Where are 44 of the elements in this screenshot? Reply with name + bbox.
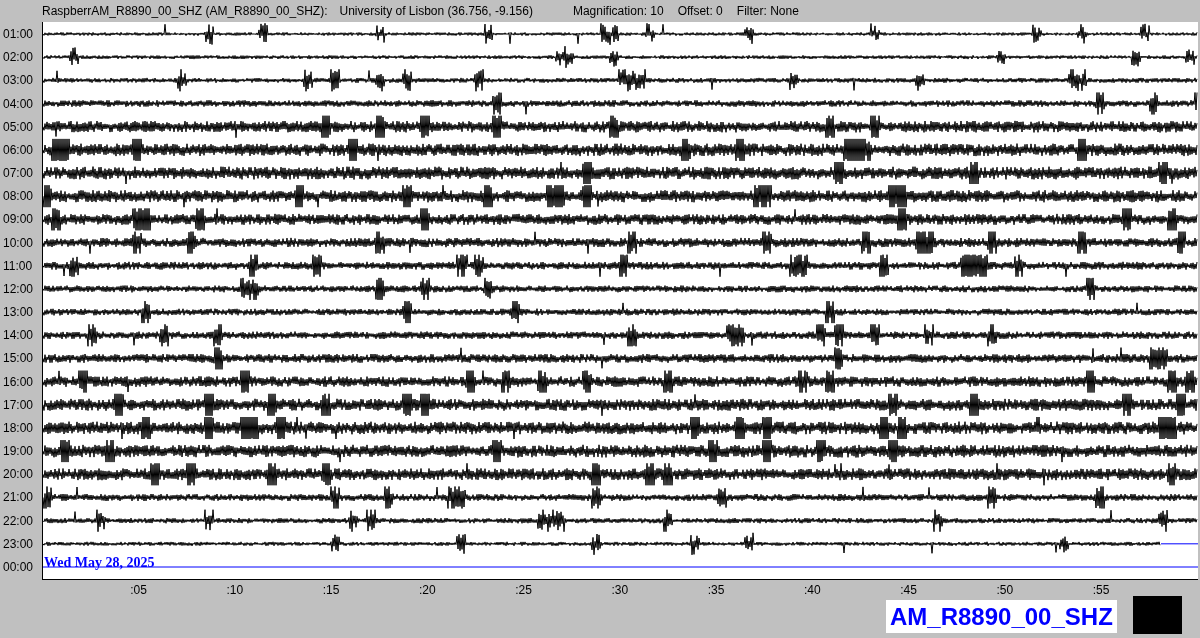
hour-label: 07:00 — [3, 167, 34, 180]
magnification-text: Magnification: 10 — [572, 3, 664, 20]
color-swatch — [1133, 596, 1182, 634]
hour-label: 23:00 — [3, 537, 34, 550]
hour-label: 13:00 — [3, 306, 34, 319]
date-label: Wed May 28, 2025 — [44, 556, 155, 570]
hour-label: 00:00 — [3, 561, 34, 573]
minute-label: :30 — [611, 584, 629, 596]
hour-label: 22:00 — [3, 514, 34, 527]
minute-label: :05 — [130, 584, 147, 596]
minute-label: :15 — [322, 584, 340, 596]
hour-label: 10:00 — [3, 236, 34, 249]
hour-label: 05:00 — [3, 120, 34, 133]
offset-text: Offset: 0 — [677, 3, 723, 20]
filter-text: Filter: None — [736, 3, 799, 20]
hour-label: 06:00 — [3, 143, 34, 156]
hour-label: 08:00 — [3, 190, 34, 203]
minute-label: :50 — [996, 584, 1014, 596]
hour-label: 02:00 — [3, 51, 34, 64]
hour-label: 21:00 — [3, 491, 34, 504]
minute-label: :20 — [419, 584, 436, 596]
hour-label: 09:00 — [3, 213, 34, 226]
hour-label: 01:00 — [3, 28, 34, 40]
hour-label: 19:00 — [3, 445, 34, 458]
hour-label: 16:00 — [3, 375, 34, 388]
station-label: AM_R8890_00_SHZ — [886, 600, 1117, 633]
hour-label: 20:00 — [3, 468, 34, 481]
minute-label: :25 — [515, 584, 532, 596]
minute-label: :45 — [900, 584, 917, 596]
minute-label: :35 — [707, 584, 725, 596]
location-text: University of Lisbon (36.756, -9.156) — [339, 3, 533, 20]
baseline — [1160, 543, 1198, 545]
hour-label: 03:00 — [3, 74, 34, 87]
minute-label: :10 — [226, 584, 244, 596]
hour-label: 18:00 — [3, 421, 34, 434]
minute-label: :40 — [804, 584, 821, 596]
hour-label: 04:00 — [3, 97, 34, 110]
hour-label: 14:00 — [3, 329, 34, 342]
hour-label: 11:00 — [3, 259, 33, 272]
station-title: RaspberrAM_R8890_00_SHZ (AM_R8890_00_SHZ): — [42, 3, 328, 20]
hour-label: 17:00 — [3, 398, 34, 411]
hour-label: 15:00 — [3, 352, 34, 365]
hour-label: 12:00 — [3, 282, 34, 295]
minute-label: :55 — [1092, 584, 1110, 596]
